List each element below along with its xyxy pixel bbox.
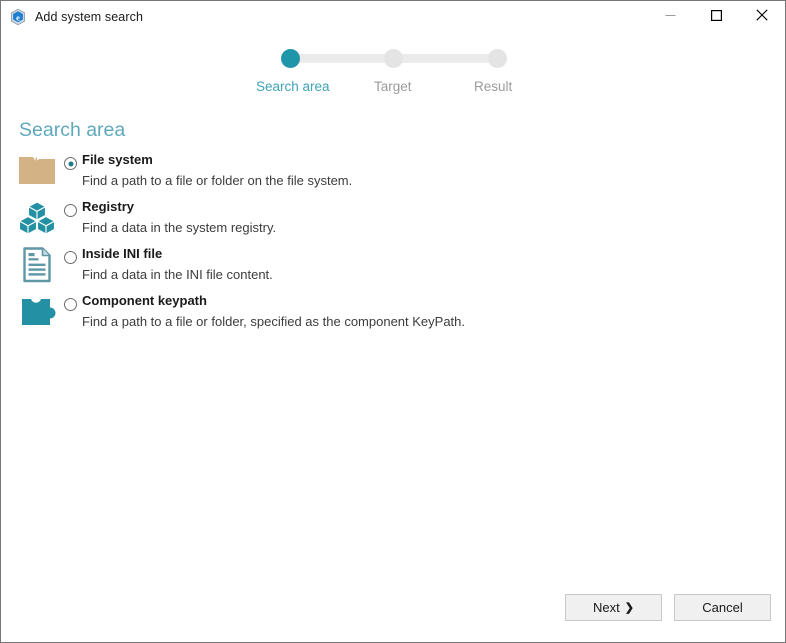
minimize-icon [665,9,676,24]
radio-inside-ini-file[interactable] [64,251,77,264]
radio-registry[interactable] [64,204,77,217]
radio-file-system[interactable] [64,157,77,170]
option-row-registry[interactable]: Registry Find a data in the system regis… [1,198,786,245]
option-label-registry: Registry [82,199,135,214]
ini-document-icon [18,247,56,283]
option-row-component-keypath[interactable]: Component keypath Find a path to a file … [1,292,786,339]
dialog-footer: Next ❯ Cancel [1,584,786,642]
radio-component-keypath[interactable] [64,298,77,311]
option-row-file-system[interactable]: File system Find a path to a file or fol… [1,151,786,198]
registry-cubes-icon [18,200,56,236]
option-row-inside-ini-file[interactable]: Inside INI file Find a data in the INI f… [1,245,786,292]
stepper-dot-search-area[interactable] [281,49,300,68]
stepper-dot-target[interactable] [384,49,403,68]
stepper-label-result: Result [474,79,513,94]
close-icon [756,9,768,24]
maximize-icon [710,9,722,24]
cancel-button[interactable]: Cancel [674,594,771,621]
svg-text:e: e [16,12,20,22]
page-title: Search area [19,119,126,141]
stepper-label-target: Target [374,79,412,94]
title-bar: e Add system search [1,1,785,32]
option-description-component-keypath: Find a path to a file or folder, specifi… [82,314,466,329]
puzzle-piece-icon [18,294,56,330]
next-button[interactable]: Next ❯ [565,594,662,621]
option-label-file-system: File system [82,152,153,167]
option-label-inside-ini-file: Inside INI file [82,246,163,261]
stepper-dot-result[interactable] [488,49,507,68]
option-description-registry: Find a data in the system registry. [82,220,277,235]
maximize-button[interactable] [693,1,739,32]
stepper-label-search-area: Search area [256,79,330,94]
chevron-right-icon: ❯ [624,601,634,614]
app-hexagon-badge-icon: e [9,8,27,26]
minimize-button[interactable] [647,1,693,32]
search-area-options: File system Find a path to a file or fol… [1,151,786,339]
stepper-labels: Search area Target Result [231,79,561,99]
option-description-file-system: Find a path to a file or folder on the f… [82,173,353,188]
window-title: Add system search [35,9,143,24]
next-button-label: Next [593,600,620,615]
window-controls [647,1,785,32]
folder-icon [18,153,56,189]
cancel-button-label: Cancel [702,600,743,615]
close-button[interactable] [739,1,785,32]
dialog-window: e Add system search Search area Target R… [0,0,786,643]
wizard-stepper [281,49,507,69]
option-label-component-keypath: Component keypath [82,293,207,308]
option-description-inside-ini-file: Find a data in the INI file content. [82,267,273,282]
